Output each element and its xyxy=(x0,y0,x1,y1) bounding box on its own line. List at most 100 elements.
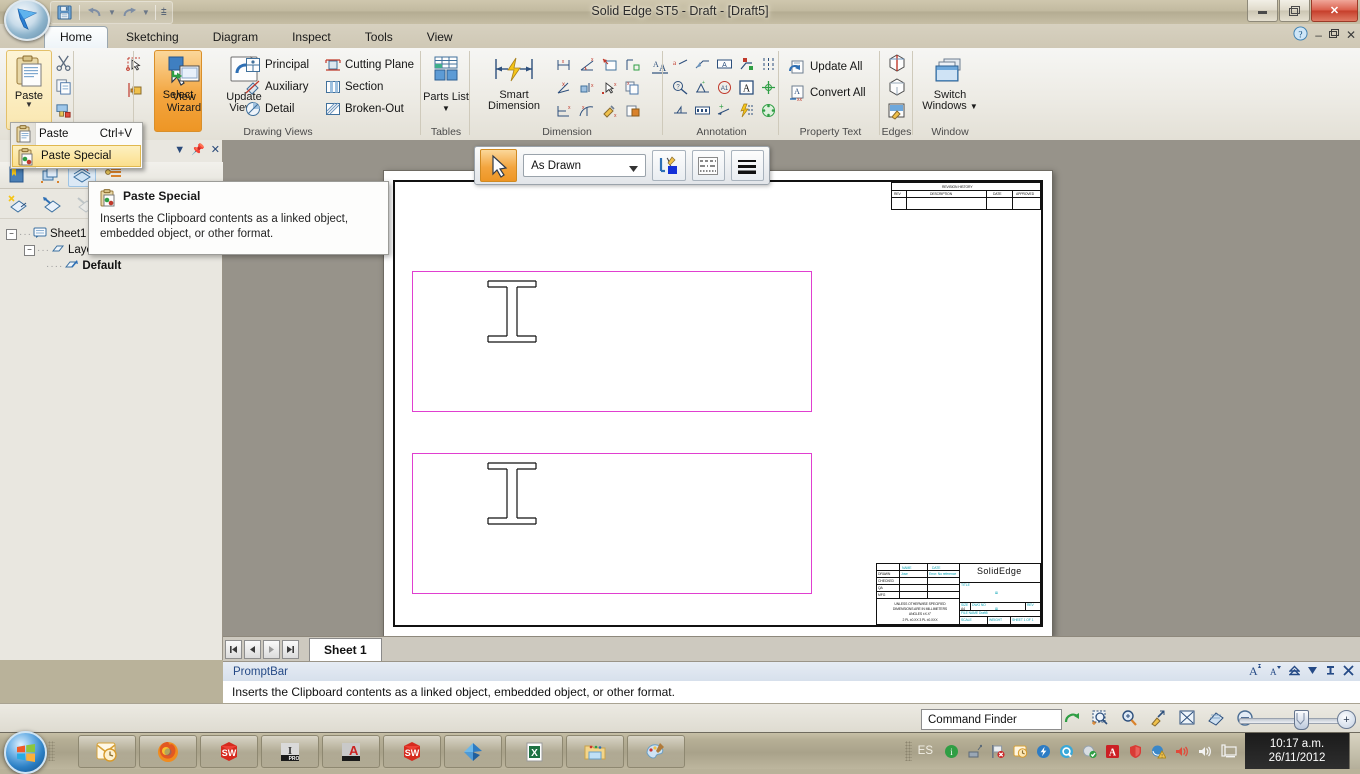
edge-condition-icon[interactable] xyxy=(691,99,713,121)
volume-mute-icon[interactable] xyxy=(1173,743,1189,759)
tree-item-default[interactable]: ···· Default xyxy=(6,258,216,274)
panel-close-icon[interactable]: ✕ xyxy=(211,143,220,156)
increase-font-icon[interactable]: A xyxy=(1249,663,1262,680)
dimension-properties-icon[interactable] xyxy=(622,100,644,122)
doc-minimize-button[interactable]: – xyxy=(1315,28,1322,42)
windows-taskbar[interactable]: SW I PRO A SW X ES i A ! 10:17 a.m. 26/1… xyxy=(0,731,1360,774)
fill-style-button[interactable] xyxy=(652,150,686,181)
display-icon[interactable] xyxy=(1221,743,1237,759)
coordinate-dimension-icon[interactable] xyxy=(599,54,621,76)
detail-item[interactable]: Detail xyxy=(245,98,309,120)
taskbar-grip[interactable] xyxy=(48,741,55,761)
pick-dimension-icon[interactable]: x xyxy=(599,77,621,99)
taskbar-button-paint[interactable] xyxy=(627,735,685,768)
zoom-icon[interactable] xyxy=(1118,707,1140,729)
sheet-tab-sheet1[interactable]: Sheet 1 xyxy=(309,638,382,661)
view-wizard-button[interactable]: View Wizard xyxy=(157,52,211,114)
bolt-circle-icon[interactable] xyxy=(757,99,779,121)
zoom-in-button[interactable]: + xyxy=(1337,710,1356,729)
taskbar-button-inventor-pro[interactable]: I PRO xyxy=(261,735,319,768)
leader-icon[interactable] xyxy=(691,53,713,75)
text-box-icon[interactable]: A xyxy=(735,76,757,98)
cutting-plane-item[interactable]: Cutting Plane xyxy=(325,54,414,76)
collapse-icon[interactable] xyxy=(1288,665,1301,679)
callout-icon[interactable]: a xyxy=(669,53,691,75)
taskbar-button-firefox[interactable] xyxy=(139,735,197,768)
decrease-font-icon[interactable]: A xyxy=(1269,664,1282,680)
convert-all-item[interactable]: Axx Convert All xyxy=(789,82,866,104)
language-indicator[interactable]: ES xyxy=(918,745,933,757)
flash-icon[interactable] xyxy=(1035,743,1051,759)
show-edges-icon[interactable] xyxy=(886,52,908,74)
chamfer-dimension-icon[interactable]: x xyxy=(576,77,598,99)
command-finder-input[interactable]: Command Finder xyxy=(921,709,1062,730)
switch-windows-button[interactable]: Switch Windows ▼ xyxy=(918,54,982,112)
panel-dropdown-icon[interactable]: ▼ xyxy=(174,144,185,156)
panel-pin-icon[interactable]: 📌 xyxy=(191,143,205,156)
auxiliary-item[interactable]: Auxiliary xyxy=(245,76,309,98)
prev-sheet-button[interactable] xyxy=(244,640,261,659)
angle-between-icon[interactable]: x xyxy=(576,54,598,76)
window-controls[interactable]: ✕ xyxy=(1246,0,1358,22)
taskbar-button-autocad[interactable]: A xyxy=(322,735,380,768)
smart-dimension-button[interactable]: Smart Dimension xyxy=(481,52,547,112)
ribbon-right-controls[interactable]: ? – ✕ xyxy=(1293,26,1356,44)
doc-restore-button[interactable] xyxy=(1328,28,1339,42)
centerline-icon[interactable] xyxy=(757,53,779,75)
line-style-button[interactable] xyxy=(691,150,725,181)
drawing-view-1[interactable] xyxy=(412,271,812,412)
drawing-view-2[interactable] xyxy=(412,453,812,594)
application-button[interactable] xyxy=(4,0,50,41)
tab-tools[interactable]: Tools xyxy=(349,26,409,48)
chevron-down-icon[interactable] xyxy=(629,163,639,175)
tab-home[interactable]: Home xyxy=(44,26,109,48)
taskbar-button-outlook[interactable] xyxy=(78,735,136,768)
taskbar-button-excel[interactable]: X xyxy=(505,735,563,768)
last-sheet-button[interactable] xyxy=(282,640,299,659)
minimize-button[interactable] xyxy=(1247,0,1278,22)
help-icon[interactable]: ? xyxy=(1293,26,1308,44)
fit-icon[interactable] xyxy=(1176,707,1198,729)
menu-item-paste-special[interactable]: Paste Special xyxy=(12,145,141,167)
select-command-bar[interactable]: As Drawn xyxy=(474,146,770,185)
balloon-icon[interactable] xyxy=(735,53,757,75)
panel-caption-buttons[interactable]: ▼ 📌 ✕ xyxy=(174,143,220,157)
paste-button[interactable]: Paste ▼ xyxy=(6,50,52,130)
taskbar-button-solid-edge[interactable] xyxy=(444,735,502,768)
datum-icon[interactable]: A xyxy=(713,53,735,75)
menu-item-paste[interactable]: Paste Ctrl+V xyxy=(11,123,142,145)
system-tray[interactable]: ES i A ! 10:17 a.m. 26/11/2012 xyxy=(904,733,1360,769)
style-dropdown[interactable]: As Drawn xyxy=(523,154,647,177)
quicktime-icon[interactable] xyxy=(1058,743,1074,759)
warning-icon[interactable]: ! xyxy=(1150,743,1166,759)
line-width-button[interactable] xyxy=(730,150,765,181)
auto-balloon-icon[interactable] xyxy=(735,99,757,121)
ribbon-tabs[interactable]: Home Sketching Diagram Inspect Tools Vie… xyxy=(44,24,471,48)
cut-icon[interactable] xyxy=(52,51,74,73)
prompt-close-icon[interactable] xyxy=(1343,665,1354,679)
defender-icon[interactable] xyxy=(1127,743,1143,759)
info-icon[interactable]: i xyxy=(943,743,959,759)
adobe-icon[interactable]: A xyxy=(1104,743,1120,759)
drawing-canvas[interactable]: REVISION HISTORY REV DESCRIPTION DATE AP… xyxy=(223,140,1360,636)
go-icon[interactable] xyxy=(1060,707,1082,729)
feature-control-icon[interactable]: A1 xyxy=(713,76,735,98)
surface-texture-icon[interactable]: + xyxy=(691,76,713,98)
show-desktop-button[interactable] xyxy=(1349,733,1360,769)
taskbar-button-solidworks-2[interactable]: SW xyxy=(383,735,441,768)
sheet-tab-bar[interactable]: Sheet 1 xyxy=(223,636,1360,662)
close-button[interactable]: ✕ xyxy=(1311,0,1358,22)
paste-dropdown-caret-icon[interactable]: ▼ xyxy=(25,101,33,109)
paste-dropdown-menu[interactable]: Paste Ctrl+V Paste Special xyxy=(10,122,143,169)
drawing-sheet[interactable]: REVISION HISTORY REV DESCRIPTION DATE AP… xyxy=(383,170,1053,636)
tab-view[interactable]: View xyxy=(411,26,469,48)
zoom-area-icon[interactable] xyxy=(1089,707,1111,729)
dimension-format-icon[interactable]: x xyxy=(599,100,621,122)
select-tool-button[interactable] xyxy=(480,149,518,182)
tree-expander[interactable]: − xyxy=(24,244,35,256)
hide-edges-icon[interactable] xyxy=(886,76,908,98)
pan-icon[interactable] xyxy=(1147,707,1169,729)
connect-annotation-icon[interactable]: + xyxy=(713,99,735,121)
format-painter-icon[interactable] xyxy=(52,99,74,121)
weld-symbol-icon[interactable] xyxy=(669,99,691,121)
